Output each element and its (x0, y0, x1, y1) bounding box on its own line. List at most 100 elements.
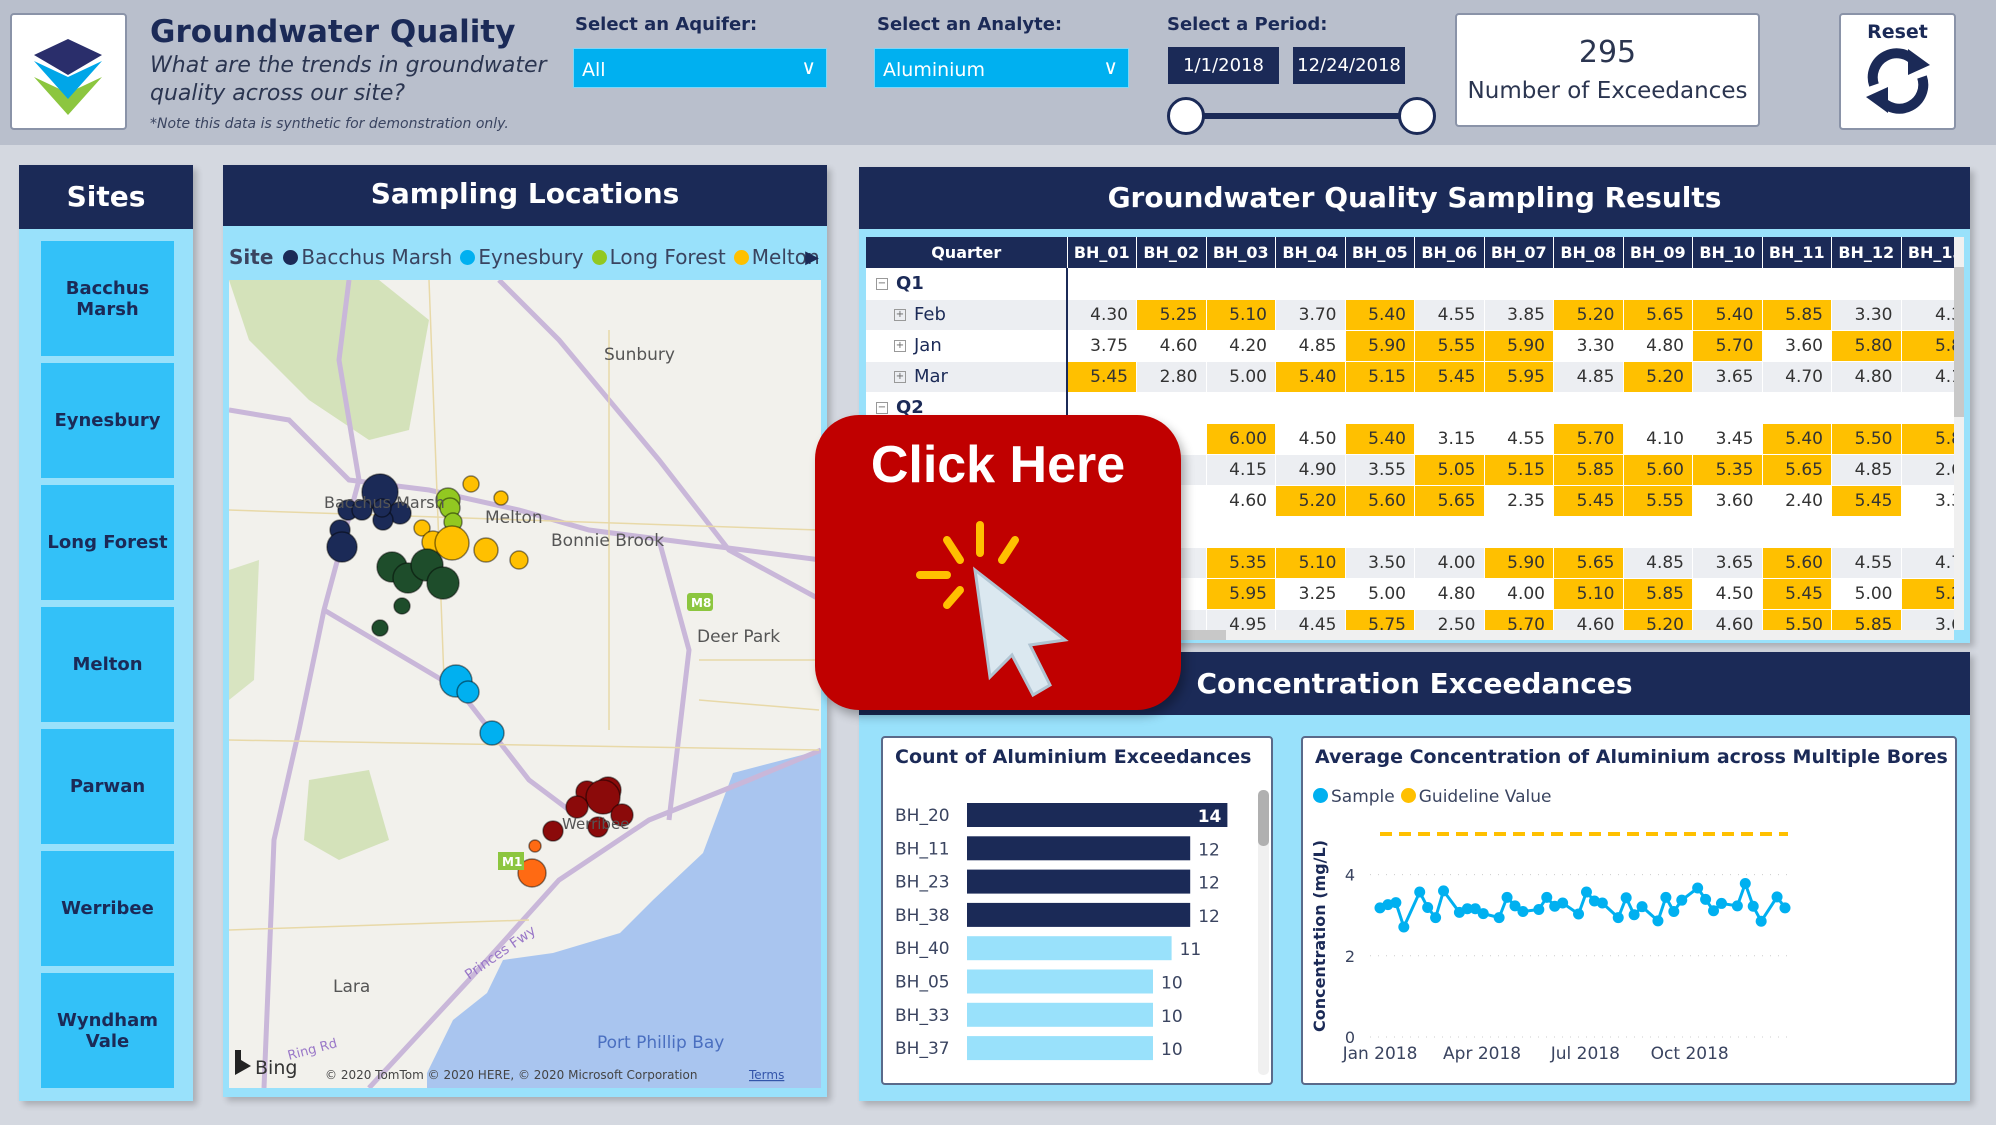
map-sample-marker[interactable] (479, 720, 505, 746)
sample-point[interactable] (1676, 894, 1688, 906)
end-date-input[interactable]: 12/24/2018 (1293, 47, 1405, 84)
map-sample-marker[interactable] (456, 680, 480, 704)
map-terms-link[interactable]: Terms (748, 1068, 784, 1082)
column-header[interactable]: BH_13 (1901, 237, 1954, 268)
collapse-icon[interactable]: − (876, 277, 888, 290)
expand-icon[interactable]: + (894, 371, 906, 383)
sample-point[interactable] (1692, 882, 1704, 894)
site-button[interactable]: Eynesbury (41, 363, 174, 478)
site-button[interactable]: Bacchus Marsh (41, 241, 174, 356)
legend-item[interactable]: Bacchus Marsh (275, 245, 452, 269)
map-sample-marker[interactable] (473, 537, 499, 563)
slider-start-handle[interactable] (1167, 97, 1205, 135)
row-header[interactable]: + Feb (866, 299, 1068, 331)
sample-point[interactable] (1755, 915, 1767, 927)
column-header[interactable]: BH_05 (1345, 237, 1415, 268)
column-header[interactable]: BH_02 (1136, 237, 1207, 268)
legend-next-arrow-icon[interactable]: ▶ (805, 247, 819, 268)
sample-point[interactable] (1501, 891, 1513, 903)
column-header[interactable]: BH_03 (1206, 237, 1276, 268)
bar[interactable] (967, 936, 1172, 961)
sample-point[interactable] (1493, 912, 1505, 924)
sample-point[interactable] (1390, 897, 1402, 909)
aquifer-dropdown[interactable]: All ∨ (573, 48, 827, 88)
site-button[interactable]: Werribee (41, 851, 174, 966)
map-sample-marker[interactable] (371, 619, 389, 637)
sample-point[interactable] (1628, 909, 1640, 921)
sample-point[interactable] (1731, 900, 1743, 912)
sample-point[interactable] (1414, 886, 1426, 898)
bar-chart-scrollbar[interactable] (1258, 790, 1269, 1075)
sample-point[interactable] (1715, 897, 1727, 909)
bar[interactable] (967, 1036, 1153, 1061)
sample-point[interactable] (1477, 908, 1489, 920)
sample-point[interactable] (1517, 906, 1529, 918)
column-header[interactable]: BH_11 (1762, 237, 1832, 268)
row-header[interactable]: − Q1 (866, 268, 1068, 300)
sample-point[interactable] (1422, 901, 1434, 913)
expand-icon[interactable]: + (894, 340, 906, 352)
row-header[interactable]: + Mar (866, 361, 1068, 393)
sample-point[interactable] (1652, 915, 1664, 927)
bar[interactable] (967, 1002, 1153, 1027)
map-sample-marker[interactable] (509, 550, 529, 570)
legend-item[interactable]: Eynesbury (452, 245, 584, 269)
column-header[interactable]: BH_04 (1275, 237, 1346, 268)
collapse-icon[interactable]: − (876, 402, 888, 414)
sample-point[interactable] (1533, 904, 1545, 916)
sample-point[interactable] (1438, 885, 1450, 897)
map-sample-marker[interactable] (393, 597, 411, 615)
map-sample-marker[interactable] (542, 820, 564, 842)
map-sample-marker[interactable] (493, 490, 509, 506)
sample-point[interactable] (1596, 897, 1608, 909)
column-header-quarter[interactable]: Quarter (866, 237, 1068, 268)
row-header[interactable]: + Jan (866, 330, 1068, 362)
bar[interactable] (967, 869, 1191, 894)
bar[interactable] (967, 803, 1228, 827)
sample-point[interactable] (1580, 886, 1592, 898)
map-sample-marker[interactable] (462, 475, 480, 493)
bar[interactable] (967, 902, 1191, 927)
sample-point[interactable] (1557, 897, 1569, 909)
expand-icon[interactable]: + (894, 309, 906, 321)
map-sample-marker[interactable] (326, 531, 358, 563)
site-button[interactable]: Wyndham Vale (41, 973, 174, 1088)
sample-point[interactable] (1747, 900, 1759, 912)
column-header[interactable]: BH_07 (1484, 237, 1554, 268)
sample-point[interactable] (1541, 891, 1553, 903)
column-header[interactable]: BH_12 (1831, 237, 1902, 268)
column-header[interactable]: BH_10 (1692, 237, 1763, 268)
site-button[interactable]: Parwan (41, 729, 174, 844)
map-sample-marker[interactable] (426, 566, 460, 600)
slider-end-handle[interactable] (1398, 97, 1436, 135)
sample-point[interactable] (1620, 892, 1632, 904)
reset-button[interactable]: Reset (1839, 13, 1956, 130)
sample-point[interactable] (1739, 878, 1751, 890)
column-header[interactable]: BH_06 (1414, 237, 1485, 268)
start-date-input[interactable]: 1/1/2018 (1168, 47, 1279, 84)
site-button[interactable]: Melton (41, 607, 174, 722)
sample-point[interactable] (1636, 901, 1648, 913)
site-button[interactable]: Long Forest (41, 485, 174, 600)
legend-item[interactable]: Long Forest (584, 245, 726, 269)
sample-point[interactable] (1668, 906, 1680, 918)
click-here-button[interactable]: Click Here (815, 415, 1181, 710)
sample-point[interactable] (1430, 912, 1442, 924)
column-header[interactable]: BH_01 (1067, 237, 1137, 268)
sample-point[interactable] (1660, 891, 1672, 903)
bar[interactable] (967, 969, 1153, 994)
column-header[interactable]: BH_08 (1553, 237, 1624, 268)
column-header[interactable]: BH_09 (1623, 237, 1693, 268)
bar[interactable] (967, 836, 1191, 861)
sample-point[interactable] (1779, 902, 1791, 914)
sample-point[interactable] (1771, 891, 1783, 903)
sample-point[interactable] (1398, 921, 1410, 933)
analyte-dropdown[interactable]: Aluminium ∨ (874, 48, 1129, 88)
period-slider-track[interactable] (1186, 113, 1417, 119)
sample-point[interactable] (1700, 893, 1712, 905)
sample-point[interactable] (1573, 908, 1585, 920)
map-canvas[interactable]: Sunbury Melton Bonnie Brook Bacchus Mars… (229, 280, 821, 1088)
vertical-scrollbar[interactable] (1954, 237, 1964, 630)
sample-point[interactable] (1612, 912, 1624, 924)
map-sample-marker[interactable] (528, 839, 542, 853)
